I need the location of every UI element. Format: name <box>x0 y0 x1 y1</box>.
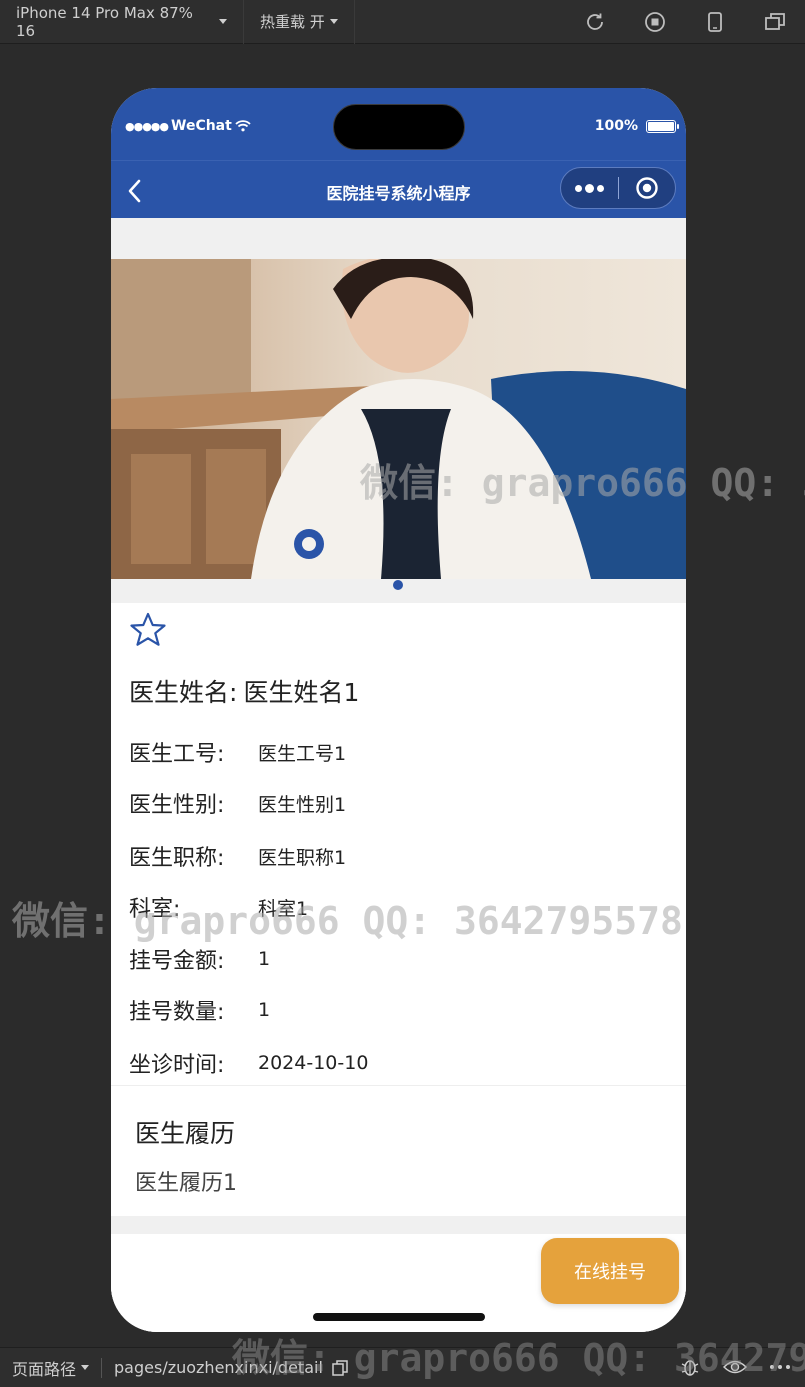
toolbar-icons <box>583 0 787 44</box>
doctor-detail-card: 医生姓名: 医生姓名1 医生工号: 医生工号1 医生性别: 医生性别1 医生职称… <box>111 603 686 1216</box>
hot-reload-toggle[interactable]: 热重载 开 <box>244 0 355 44</box>
field-row-job-id: 医生工号: 医生工号1 <box>129 736 346 768</box>
section-divider <box>111 1085 686 1086</box>
phone-simulator: ●●●●● WeChat 100% 医院挂号系统小程序 医生姓名: 医生姓名1 … <box>111 88 686 1332</box>
doctor-name-label: 医生姓名: <box>129 678 238 707</box>
copy-icon[interactable] <box>331 1359 349 1377</box>
field-label: 挂号数量: <box>129 1000 225 1025</box>
book-appointment-button[interactable]: 在线挂号 <box>541 1238 679 1304</box>
field-value: 医生职称1 <box>258 846 347 869</box>
device-selector[interactable]: iPhone 14 Pro Max 87% 16 <box>0 0 244 44</box>
field-value: 科室1 <box>258 897 309 920</box>
doctor-photo <box>111 259 686 579</box>
field-row-gender: 医生性别: 医生性别1 <box>129 787 346 819</box>
doctor-name-value: 医生姓名1 <box>243 678 360 707</box>
battery-label: 100% <box>594 118 638 134</box>
page-path-label: 页面路径 <box>12 1359 77 1379</box>
chevron-down-icon <box>329 19 338 24</box>
more-icon[interactable] <box>769 1364 791 1370</box>
home-indicator <box>313 1313 485 1321</box>
navigation-bar: 医院挂号系统小程序 <box>111 160 686 218</box>
chevron-down-icon <box>219 19 227 24</box>
field-label: 坐诊时间: <box>129 1053 225 1078</box>
favorite-button[interactable] <box>129 611 167 649</box>
statusbar-icons <box>679 1356 791 1378</box>
device-selector-label: iPhone 14 Pro Max 87% 16 <box>16 3 193 40</box>
phone-icon[interactable] <box>703 10 727 34</box>
field-value: 1 <box>258 948 271 970</box>
doctor-name-row: 医生姓名: 医生姓名1 <box>129 673 359 709</box>
field-row-department: 科室: 科室1 <box>129 891 308 923</box>
field-value: 医生工号1 <box>258 742 347 765</box>
carrier-signal: ●●●●● WeChat <box>125 118 251 134</box>
bug-icon[interactable] <box>679 1356 701 1378</box>
signal-icon: ●●●●● <box>125 119 169 133</box>
resume-title: 医生履历 <box>135 1119 236 1148</box>
carrier-label: WeChat <box>171 118 232 134</box>
banner-indicator-dot[interactable] <box>393 580 403 590</box>
more-button[interactable] <box>561 183 618 193</box>
window-icon[interactable] <box>763 10 787 34</box>
page-path-selector[interactable]: 页面路径 <box>0 1356 90 1380</box>
devtools-statusbar: 页面路径 pages/zuozhenxinxi/detail <box>0 1347 805 1387</box>
close-button[interactable] <box>619 176 675 200</box>
field-label: 科室: <box>129 897 181 922</box>
stop-icon[interactable] <box>643 10 667 34</box>
eye-icon[interactable] <box>723 1358 747 1376</box>
battery-icon <box>646 119 679 133</box>
field-row-title: 医生职称: 医生职称1 <box>129 840 346 872</box>
doctor-photo-banner[interactable] <box>111 259 686 579</box>
chevron-down-icon <box>81 1365 90 1370</box>
hot-reload-label: 热重载 开 <box>260 13 325 31</box>
devtools-toolbar: iPhone 14 Pro Max 87% 16 热重载 开 <box>0 0 805 44</box>
field-label: 挂号金额: <box>129 949 225 974</box>
status-bar: ●●●●● WeChat 100% <box>111 88 686 160</box>
target-icon <box>636 177 658 199</box>
battery-status: 100% <box>594 118 679 134</box>
field-value: 2024-10-10 <box>258 1052 369 1074</box>
field-label: 医生职称: <box>129 846 225 871</box>
page-path: pages/zuozhenxinxi/detail <box>114 1358 323 1377</box>
field-label: 医生工号: <box>129 742 225 767</box>
separator <box>101 1357 103 1378</box>
page-content: 医生姓名: 医生姓名1 医生工号: 医生工号1 医生性别: 医生性别1 医生职称… <box>111 218 686 1332</box>
resume-text: 医生履历1 <box>135 1171 237 1196</box>
field-value: 医生性别1 <box>258 793 347 816</box>
refresh-icon[interactable] <box>583 10 607 34</box>
field-row-schedule: 坐诊时间: 2024-10-10 <box>129 1047 368 1079</box>
dynamic-island <box>333 104 465 150</box>
wifi-icon <box>235 120 251 132</box>
field-row-fee: 挂号金额: 1 <box>129 943 270 975</box>
field-row-quantity: 挂号数量: 1 <box>129 994 270 1026</box>
field-label: 医生性别: <box>129 793 225 818</box>
field-value: 1 <box>258 999 271 1021</box>
miniprogram-capsule <box>560 167 676 209</box>
star-icon <box>130 612 166 646</box>
